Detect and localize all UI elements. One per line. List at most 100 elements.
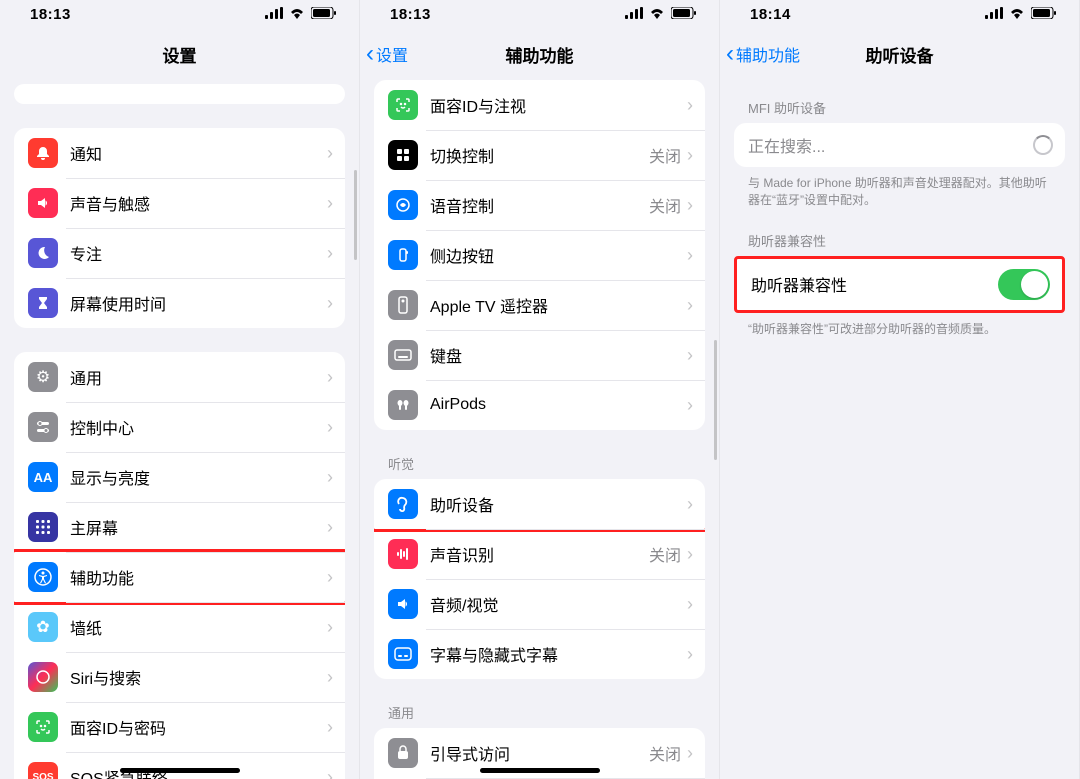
- nav-title: 设置: [163, 42, 197, 67]
- status-bar: 18:14: [720, 0, 1079, 28]
- row-label: 声音与触感: [70, 191, 327, 215]
- row-control-center[interactable]: 控制中心 ›: [14, 402, 345, 452]
- row-siri[interactable]: Siri与搜索 ›: [14, 652, 345, 702]
- row-label: 专注: [70, 241, 327, 265]
- row-airpods[interactable]: AirPods ›: [374, 380, 705, 430]
- searching-label: 正在搜索...: [748, 133, 1033, 157]
- home-indicator[interactable]: [120, 768, 240, 773]
- row-keyboard[interactable]: 键盘 ›: [374, 330, 705, 380]
- row-label: 主屏幕: [70, 515, 327, 539]
- row-notifications[interactable]: 通知 ›: [14, 128, 345, 178]
- row-label: 引导式访问: [430, 741, 649, 765]
- row-sound-recognition[interactable]: 声音识别 关闭 ›: [374, 529, 705, 579]
- row-label: 字幕与隐藏式字幕: [430, 642, 687, 666]
- status-icons: [265, 6, 337, 23]
- nav-bar: ‹ 设置 辅助功能: [360, 28, 719, 80]
- face-id-icon: [28, 712, 58, 742]
- compat-label: 助听器兼容性: [751, 272, 998, 296]
- row-faceid[interactable]: 面容ID与密码 ›: [14, 702, 345, 752]
- subtitles-icon: [388, 639, 418, 669]
- status-icons: [985, 6, 1057, 23]
- voice-icon: [388, 190, 418, 220]
- chevron-right-icon: ›: [327, 193, 333, 214]
- row-subtitles[interactable]: 字幕与隐藏式字幕 ›: [374, 629, 705, 679]
- row-focus[interactable]: 专注 ›: [14, 228, 345, 278]
- chevron-left-icon: ‹: [726, 42, 734, 66]
- home-indicator[interactable]: [480, 768, 600, 773]
- row-value: 关闭: [649, 542, 681, 566]
- nav-back-label: 设置: [376, 42, 408, 66]
- row-label: 屏幕使用时间: [70, 291, 327, 315]
- chevron-right-icon: ›: [327, 517, 333, 538]
- row-general[interactable]: ⚙ 通用 ›: [14, 352, 345, 402]
- row-faceid-attention[interactable]: 面容ID与注视 ›: [374, 80, 705, 130]
- chevron-right-icon: ›: [687, 195, 693, 216]
- row-side-button[interactable]: 侧边按钮 ›: [374, 230, 705, 280]
- row-label: 面容ID与密码: [70, 715, 327, 739]
- row-sos[interactable]: SOS SOS紧急联络 ›: [14, 752, 345, 779]
- chevron-right-icon: ›: [687, 95, 693, 116]
- row-accessibility[interactable]: 辅助功能 ›: [14, 549, 345, 605]
- battery-icon: [311, 6, 337, 23]
- sound-recognition-icon: [388, 539, 418, 569]
- row-homescreen[interactable]: 主屏幕 ›: [14, 502, 345, 552]
- nav-bar: ‹ 辅助功能 助听设备: [720, 28, 1079, 80]
- nav-back[interactable]: ‹ 辅助功能: [726, 42, 800, 66]
- row-compatibility[interactable]: 助听器兼容性: [737, 259, 1062, 310]
- status-icons: [625, 6, 697, 23]
- ear-icon: [388, 489, 418, 519]
- settings-group-1: 通知 › 声音与触感 › 专注 ›: [14, 128, 345, 328]
- status-bar: 18:13: [0, 0, 359, 28]
- nav-bar: 设置: [0, 28, 359, 80]
- chevron-right-icon: ›: [687, 594, 693, 615]
- row-label: 切换控制: [430, 143, 649, 167]
- compat-header: 助听器兼容性: [748, 231, 1051, 250]
- row-wallpaper[interactable]: ✿ 墙纸 ›: [14, 602, 345, 652]
- group-hearing: 助听设备 › 声音识别 关闭 › 音频/视觉 › 字幕与隐藏式字幕: [374, 479, 705, 679]
- wifi-icon: [289, 6, 305, 23]
- row-sounds[interactable]: 声音与触感 ›: [14, 178, 345, 228]
- cellular-icon: [985, 6, 1003, 23]
- chevron-right-icon: ›: [327, 717, 333, 738]
- row-label: 显示与亮度: [70, 465, 327, 489]
- row-appletv[interactable]: Apple TV 遥控器 ›: [374, 280, 705, 330]
- grid-icon: [28, 512, 58, 542]
- button-icon: [388, 240, 418, 270]
- row-switch-control[interactable]: 切换控制 关闭 ›: [374, 130, 705, 180]
- row-screentime[interactable]: 屏幕使用时间 ›: [14, 278, 345, 328]
- siri-icon: [28, 662, 58, 692]
- hourglass-icon: [28, 288, 58, 318]
- chevron-right-icon: ›: [327, 667, 333, 688]
- row-hearing-devices[interactable]: 助听设备 ›: [374, 479, 705, 532]
- cellular-icon: [265, 6, 283, 23]
- row-audio-visual[interactable]: 音频/视觉 ›: [374, 579, 705, 629]
- mfi-group: 正在搜索...: [734, 123, 1065, 167]
- row-value: 关闭: [649, 143, 681, 167]
- chevron-right-icon: ›: [687, 345, 693, 366]
- row-display[interactable]: AA 显示与亮度 ›: [14, 452, 345, 502]
- row-label: 键盘: [430, 343, 687, 367]
- row-label: Siri与搜索: [70, 665, 327, 689]
- battery-icon: [671, 6, 697, 23]
- row-label: Apple TV 遥控器: [430, 293, 687, 317]
- row-label: 通用: [70, 365, 327, 389]
- screen-settings: 18:13 设置: [0, 0, 360, 779]
- row-label: AirPods: [430, 396, 687, 414]
- chevron-right-icon: ›: [687, 295, 693, 316]
- nav-back[interactable]: ‹ 设置: [366, 42, 408, 66]
- airpods-icon: [388, 390, 418, 420]
- chevron-right-icon: ›: [327, 467, 333, 488]
- group-header-general: 通用: [388, 703, 691, 722]
- chevron-right-icon: ›: [327, 143, 333, 164]
- compat-group: 助听器兼容性: [734, 256, 1065, 313]
- compat-toggle[interactable]: [998, 269, 1050, 300]
- nav-title: 助听设备: [866, 42, 934, 67]
- chevron-right-icon: ›: [327, 617, 333, 638]
- row-label: 控制中心: [70, 415, 327, 439]
- keyboard-icon: [388, 340, 418, 370]
- status-time: 18:14: [750, 6, 791, 23]
- chevron-left-icon: ‹: [366, 42, 374, 66]
- chevron-right-icon: ›: [687, 644, 693, 665]
- row-value: 关闭: [649, 741, 681, 765]
- row-voice-control[interactable]: 语音控制 关闭 ›: [374, 180, 705, 230]
